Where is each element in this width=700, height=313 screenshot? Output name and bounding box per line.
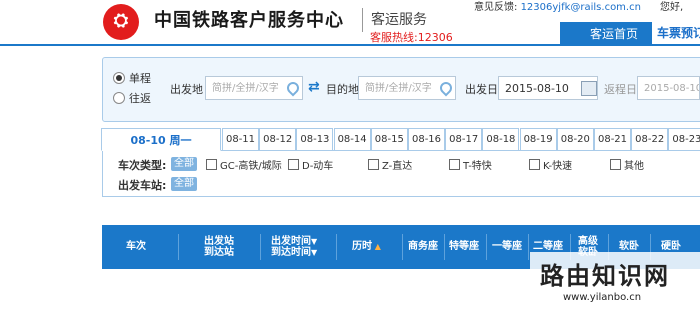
col-station-depart: 出发站 xyxy=(204,236,234,247)
t-label: T-特快 xyxy=(463,161,492,172)
k-label: K-快速 xyxy=(543,161,573,172)
date-tab[interactable]: 08-15 xyxy=(370,128,408,151)
feedback-email-link[interactable]: 12306yjfk@rails.com.cn xyxy=(521,2,641,13)
k-checkbox[interactable] xyxy=(529,159,540,170)
col-train-no[interactable]: 车次 xyxy=(126,241,146,252)
train-type-all-button[interactable]: 全部 xyxy=(171,157,197,171)
col-separator xyxy=(528,234,529,260)
sort-up-icon[interactable]: ▲ xyxy=(372,242,381,251)
col-time-arrive: 到达时间 xyxy=(271,247,311,258)
site-title: 中国铁路客户服务中心 xyxy=(154,10,344,31)
sort-down-icon[interactable]: ▼ xyxy=(311,237,317,246)
round-trip-radio[interactable] xyxy=(113,92,125,104)
from-label: 出发地 xyxy=(170,83,203,96)
z-checkbox[interactable] xyxy=(368,159,379,170)
date-tab[interactable]: 08-20 xyxy=(556,128,594,151)
col-business: 商务座 xyxy=(408,241,438,252)
nav-ticket-link[interactable]: 车票预订 xyxy=(652,22,700,44)
station-label: 出发车站: xyxy=(118,179,167,192)
header-divider xyxy=(362,8,363,32)
depart-label: 出发日 xyxy=(465,83,498,96)
nav-home-link[interactable]: 客运首页 xyxy=(590,25,638,42)
hotline: 客服热线:12306 xyxy=(370,31,453,44)
d-checkbox[interactable] xyxy=(288,159,299,170)
date-tab[interactable]: 08-17 xyxy=(445,128,483,151)
feedback: 意见反馈: 12306yjfk@rails.com.cn xyxy=(474,0,641,13)
sort-down-icon[interactable]: ▼ xyxy=(311,248,317,257)
watermark-url: www.yilanbo.cn xyxy=(563,292,642,303)
return-label: 返程日 xyxy=(604,83,637,96)
col-separator xyxy=(486,234,487,260)
train-type-label: 车次类型: xyxy=(118,159,167,172)
gc-checkbox[interactable] xyxy=(206,159,217,170)
date-tab[interactable]: 08-18 xyxy=(482,128,520,151)
col-time-depart: 出发时间 xyxy=(271,236,311,247)
col-first: 一等座 xyxy=(492,241,522,252)
col-separator xyxy=(260,234,261,260)
date-tab[interactable]: 08-19 xyxy=(519,128,557,151)
z-label: Z-直达 xyxy=(382,161,413,172)
gc-label: GC-高铁/城际 xyxy=(220,161,282,172)
date-tab[interactable]: 08-12 xyxy=(259,128,297,151)
other-checkbox[interactable] xyxy=(610,159,621,170)
date-tab[interactable]: 08-23 xyxy=(668,128,700,151)
railway-logo-icon: ⛭ xyxy=(113,10,129,31)
one-way-radio[interactable] xyxy=(113,72,125,84)
col-duration[interactable]: 历时 ▲ xyxy=(352,241,381,252)
col-special: 特等座 xyxy=(449,241,479,252)
greeting: 您好, xyxy=(660,2,684,13)
d-label: D-动车 xyxy=(302,161,334,172)
date-tab[interactable]: 08-21 xyxy=(594,128,631,151)
to-label: 目的地 xyxy=(326,83,359,96)
station-all-button[interactable]: 全部 xyxy=(171,177,197,191)
date-tab[interactable]: 08-11 xyxy=(222,128,259,151)
col-duration-label: 历时 xyxy=(352,241,372,252)
col-second: 二等座 xyxy=(533,241,563,252)
col-separator xyxy=(336,234,337,260)
col-separator xyxy=(178,234,179,260)
date-tab[interactable]: 08-16 xyxy=(408,128,445,151)
col-separator xyxy=(444,234,445,260)
watermark-title: 路由知识网 xyxy=(540,262,670,290)
date-tab[interactable]: 08-14 xyxy=(333,128,371,151)
col-separator xyxy=(402,234,403,260)
sub-title: 客运服务 xyxy=(371,12,427,28)
col-station-arrive: 到达站 xyxy=(204,247,234,258)
feedback-label: 意见反馈: xyxy=(474,2,518,13)
col-premium-line1: 高级 xyxy=(578,236,598,247)
header-underline xyxy=(0,44,700,46)
date-tab[interactable]: 08-13 xyxy=(296,128,334,151)
calendar-icon[interactable] xyxy=(581,81,597,96)
return-date-input[interactable]: 2015-08-10 xyxy=(637,76,700,100)
col-soft-sleeper: 软卧 xyxy=(619,241,639,252)
t-checkbox[interactable] xyxy=(449,159,460,170)
col-station[interactable]: 出发站 到达站 xyxy=(204,236,234,258)
one-way-label: 单程 xyxy=(129,72,151,85)
swap-icon[interactable]: ⇄ xyxy=(308,79,320,95)
col-hard-sleeper: 硬卧 xyxy=(661,241,681,252)
other-label: 其他 xyxy=(624,161,644,172)
col-time[interactable]: 出发时间▼ 到达时间▼ xyxy=(271,236,317,258)
date-tab[interactable]: 08-22 xyxy=(631,128,669,151)
date-tab-active[interactable]: 08-10 周一 xyxy=(101,128,221,151)
round-trip-label: 往返 xyxy=(129,92,151,105)
